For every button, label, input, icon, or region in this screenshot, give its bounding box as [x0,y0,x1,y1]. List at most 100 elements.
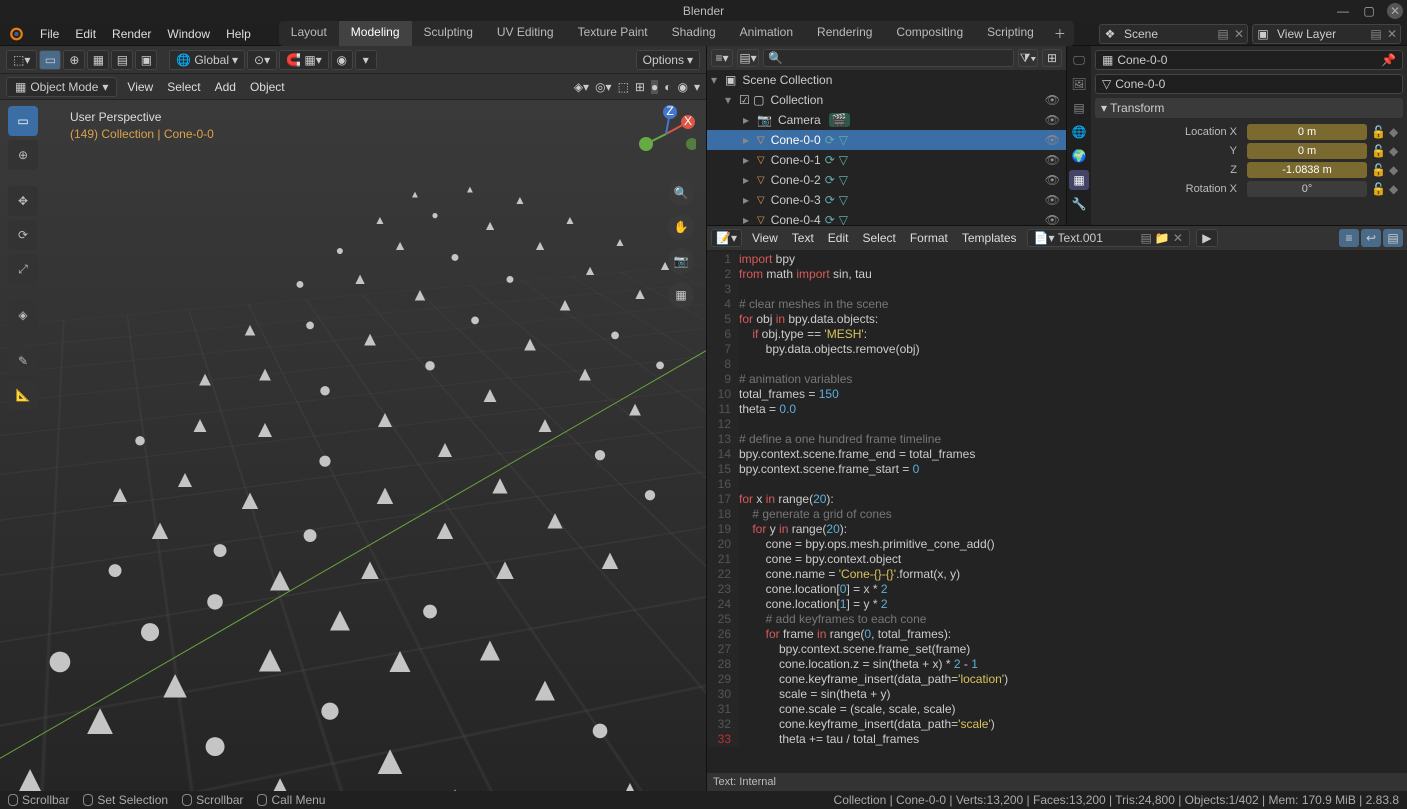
cursor-tool-icon[interactable]: ⊕ [63,50,85,70]
mesh-cone[interactable]: ● [470,310,481,331]
mesh-cone[interactable]: ▲ [155,663,195,708]
loc-z-value[interactable]: -1.0838 m [1247,162,1367,178]
mesh-cone[interactable]: ▲ [253,416,277,444]
props-breadcrumb[interactable]: ▦ Cone-0-0📌 [1095,50,1403,70]
outliner-item[interactable]: ▸📷 Camera 🎬👁 [707,110,1066,130]
xray-icon[interactable]: ⬚ [618,80,629,94]
select-menu[interactable]: Select [163,80,204,94]
workspace-tab-uv-editing[interactable]: UV Editing [485,21,566,46]
mesh-cone[interactable]: ● [106,553,124,587]
te-select-menu[interactable]: Select [858,231,899,245]
layer-close-icon[interactable]: ✕ [1384,26,1400,42]
mesh-cone[interactable]: ● [46,633,75,688]
mesh-cone[interactable]: ● [301,518,319,552]
workspace-tab-scripting[interactable]: Scripting [975,21,1046,46]
zoom-icon[interactable]: 🔍 [668,180,694,206]
shading-render-icon[interactable]: ◉ [677,80,687,94]
menu-render[interactable]: Render [112,27,151,41]
props-tab-scene[interactable]: 🌐 [1069,122,1089,142]
proportional-dd-icon[interactable]: ▾ [355,50,377,70]
snap-icon[interactable]: ▦ [87,50,109,70]
mesh-cone[interactable]: ▲ [487,470,513,501]
transform-tool[interactable]: ◈ [8,300,38,330]
mesh-cone[interactable]: ▲ [374,213,386,227]
perspective-icon[interactable]: ▦ [668,282,694,308]
view-menu[interactable]: View [123,80,157,94]
workspace-tab-sculpting[interactable]: Sculpting [412,21,485,46]
scene-field[interactable]: ❖ ▤ ✕ [1099,24,1248,44]
cursor-tool[interactable]: ⊕ [8,140,38,170]
mesh-cone[interactable]: ▲ [323,601,357,640]
3d-viewport[interactable]: User Perspective (149) Collection | Cone… [0,100,706,791]
mesh-cone[interactable]: ▲ [355,553,385,587]
close-icon[interactable]: ✕ [1387,3,1403,19]
mesh-cone[interactable]: ▲ [483,217,497,233]
scale-tool[interactable]: ⤢ [8,254,38,284]
scene-close-icon[interactable]: ✕ [1231,26,1247,42]
mesh-cone[interactable]: ▲ [241,320,259,341]
shading-wire-icon[interactable]: ⊞ [635,80,645,94]
mesh-cone[interactable]: ▲ [465,185,475,196]
shading-matprev-icon[interactable]: ◐ [664,80,671,94]
mesh-cone[interactable]: ▲ [431,514,459,546]
mesh-cone[interactable]: ▲ [255,364,275,387]
mesh-cone[interactable]: ▲ [146,514,174,546]
maximize-icon[interactable]: ▢ [1361,3,1377,19]
outliner-root[interactable]: ▾▣ Scene Collection [707,70,1066,90]
minimize-icon[interactable]: — [1335,3,1351,19]
workspace-tab-modeling[interactable]: Modeling [339,21,412,46]
outliner-search[interactable]: 🔍 [763,49,1014,67]
mesh-cone[interactable]: ▲ [596,544,624,576]
mesh-cone[interactable]: ▲ [632,286,648,304]
eye-icon[interactable]: 👁 [1045,193,1060,207]
workspace-tab-compositing[interactable]: Compositing [884,21,975,46]
mesh-cone[interactable]: ▲ [373,406,397,434]
lock-icon[interactable]: 🔓 [1371,125,1385,139]
props-tab-output[interactable]: 🖼 [1069,74,1089,94]
mesh-cone[interactable]: ● [505,271,515,289]
mesh-cone[interactable]: ● [655,355,666,376]
mesh-cone[interactable]: ● [423,352,436,378]
annotate-tool[interactable]: ✎ [8,346,38,376]
scene-input[interactable] [1120,27,1215,41]
run-script-button[interactable]: ▶ [1196,229,1218,247]
mesh-cone[interactable]: ▲ [618,776,642,791]
outliner-collection[interactable]: ▾☑ ▢ Collection👁 [707,90,1066,110]
browse-icon[interactable]: ▤ [1141,231,1152,245]
mesh-cone[interactable]: ▲ [382,639,418,681]
mesh-cone[interactable]: ▲ [533,237,547,253]
mesh-cone[interactable]: ▲ [352,271,368,289]
mesh-cone[interactable]: ● [295,276,305,294]
props-tab-modifiers[interactable]: 🔧 [1069,194,1089,214]
wrap-toggle[interactable]: ↩ [1361,229,1381,247]
mesh-cone[interactable]: ● [137,606,162,654]
mesh-cone[interactable]: ● [202,720,229,770]
overlay-icon[interactable]: ◎▾ [595,80,612,94]
snap-dropdown[interactable]: 🧲 ▦▾ [279,50,329,70]
mesh-cone[interactable]: ▲ [263,561,297,600]
mesh-cone[interactable]: ▲ [542,505,568,536]
mesh-cone[interactable]: ▲ [434,776,476,791]
scene-browse-icon[interactable]: ▤ [1215,26,1231,42]
mesh-cone[interactable]: ● [610,325,621,346]
shading-dd-icon[interactable]: ▾ [694,80,700,94]
mesh-cone[interactable]: ● [133,427,146,453]
eye-icon[interactable]: 👁 [1045,213,1060,225]
mesh-cone[interactable]: ● [204,579,226,621]
mesh-cone[interactable]: ● [305,315,316,336]
select-box-tool[interactable]: ▭ [8,106,38,136]
props-tab-viewlayer[interactable]: ▤ [1069,98,1089,118]
eye-icon[interactable]: 👁 [1045,93,1060,107]
outliner-item[interactable]: ▸▽ Cone-0-2 ⟳ ▽👁 [707,170,1066,190]
mesh-cone[interactable]: ● [318,688,342,733]
mesh-cone[interactable]: ▲ [251,639,289,682]
nav-gizmo[interactable]: X Z [636,104,696,164]
mesh-cone[interactable]: ▲ [556,295,574,316]
add-menu[interactable]: Add [211,80,240,94]
line-number-toggle[interactable]: ≡ [1339,229,1359,247]
mesh-cone[interactable]: ● [643,481,658,509]
menu-file[interactable]: File [40,27,59,41]
eye-icon[interactable]: 👁 [1045,133,1060,147]
editor-type-dropdown[interactable]: ⬚▾ [6,50,37,70]
te-text-menu[interactable]: Text [788,231,818,245]
